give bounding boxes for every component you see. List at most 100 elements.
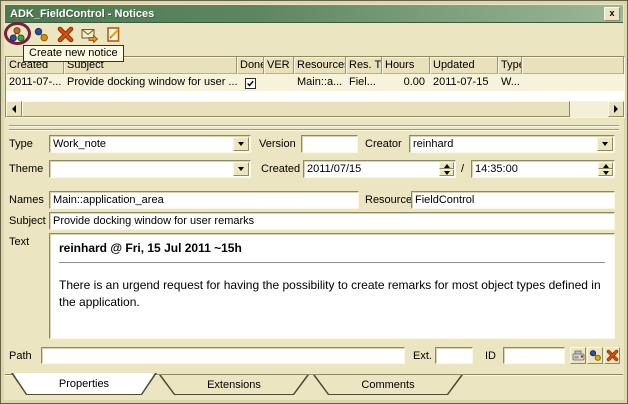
create-new-notice-button[interactable] — [7, 25, 27, 44]
type-input[interactable] — [50, 136, 234, 152]
spin-down-button[interactable] — [598, 169, 613, 176]
theme-label: Theme — [9, 163, 43, 175]
tab-properties-label: Properties — [59, 378, 109, 390]
spin-up-icon — [603, 164, 609, 168]
column-header-done[interactable]: Done — [237, 57, 264, 74]
chevron-down-icon — [602, 142, 608, 146]
copy-notice-button[interactable] — [31, 25, 51, 44]
theme-input[interactable] — [50, 161, 234, 177]
type-dropdown-button[interactable] — [233, 137, 249, 151]
column-header-filler — [522, 57, 624, 74]
edit-notice-icon — [105, 26, 122, 43]
id-label: ID — [485, 350, 496, 362]
clear-id-button[interactable] — [604, 347, 620, 364]
cell-hours: 0.00 — [382, 74, 430, 91]
chevron-down-icon — [238, 142, 244, 146]
create-new-notice-icon — [9, 26, 26, 43]
version-input[interactable] — [302, 136, 357, 152]
names-field[interactable] — [49, 191, 359, 209]
theme-combobox[interactable] — [49, 160, 251, 178]
send-notice-button[interactable] — [79, 25, 99, 44]
spin-up-button[interactable] — [598, 162, 613, 169]
column-header-type[interactable]: Type — [498, 57, 522, 74]
subject-label: Subject — [9, 215, 46, 227]
note-header: reinhard @ Fri, 15 Jul 2011 ~15h — [59, 241, 605, 255]
column-header-resources[interactable]: Resources — [294, 57, 346, 74]
path-label: Path — [9, 350, 32, 362]
notices-list: Created Subject Done VER Resources Res. … — [5, 56, 625, 118]
delete-notice-button[interactable] — [55, 25, 75, 44]
linked-balls-icon — [589, 349, 602, 362]
path-field[interactable] — [41, 347, 405, 364]
cell-type: W... — [498, 74, 522, 91]
path-input[interactable] — [42, 348, 404, 363]
cell-updated: 2011-07-15 — [430, 74, 498, 91]
scrollbar-thumb[interactable] — [22, 101, 570, 117]
ext-input[interactable] — [436, 348, 472, 363]
version-field[interactable] — [301, 135, 358, 153]
resource-label: Resource — [365, 194, 412, 206]
spin-up-icon — [444, 164, 450, 168]
resource-field[interactable] — [411, 191, 615, 209]
tab-properties[interactable]: Properties — [11, 373, 157, 395]
close-button[interactable]: x — [604, 7, 620, 21]
send-mail-icon — [81, 26, 98, 43]
scroll-right-button[interactable] — [608, 101, 624, 117]
ext-label: Ext. — [413, 350, 432, 362]
note-body: There is an urgend request for having th… — [59, 277, 605, 312]
spin-down-button[interactable] — [439, 169, 454, 176]
creator-combobox[interactable] — [409, 135, 615, 153]
device-button[interactable] — [570, 347, 586, 364]
notice-row[interactable]: 2011-07-... Provide docking window for u… — [6, 74, 624, 91]
column-header-hours[interactable]: Hours — [382, 57, 430, 74]
scroll-left-icon — [12, 105, 16, 113]
tab-extensions-label: Extensions — [207, 379, 261, 391]
toolbar — [7, 24, 123, 45]
names-input[interactable] — [50, 192, 358, 208]
created-time-field[interactable] — [471, 160, 615, 178]
type-combobox[interactable] — [49, 135, 251, 153]
created-time-input[interactable] — [472, 161, 599, 177]
spin-down-icon — [603, 171, 609, 175]
spin-up-button[interactable] — [439, 162, 454, 169]
tooltip: Create new notice — [23, 45, 124, 62]
column-header-updated[interactable]: Updated — [430, 57, 498, 74]
created-label: Created — [261, 163, 300, 175]
time-spinner[interactable] — [598, 162, 613, 176]
column-header-res-type[interactable]: Res. Type — [346, 57, 382, 74]
type-label: Type — [9, 138, 33, 150]
scroll-right-icon — [614, 105, 618, 113]
creator-input[interactable] — [410, 136, 598, 152]
cell-filler — [522, 74, 624, 91]
tab-comments[interactable]: Comments — [313, 375, 463, 395]
cell-created: 2011-07-... — [6, 74, 64, 91]
cell-res-type: Fiel... — [346, 74, 382, 91]
device-icon — [572, 349, 585, 362]
title-bar[interactable]: ADK_FieldControl - Notices x — [5, 5, 623, 23]
link-notice-button[interactable] — [587, 347, 603, 364]
date-time-separator: / — [461, 163, 464, 175]
chevron-down-icon — [238, 167, 244, 171]
tab-extensions[interactable]: Extensions — [159, 375, 309, 395]
id-field[interactable] — [503, 347, 565, 364]
scroll-left-button[interactable] — [6, 101, 22, 117]
theme-dropdown-button[interactable] — [233, 162, 249, 176]
close-icon: x — [609, 8, 614, 18]
date-spinner[interactable] — [439, 162, 454, 176]
text-editor[interactable]: reinhard @ Fri, 15 Jul 2011 ~15h There i… — [49, 233, 615, 339]
subject-field[interactable] — [49, 212, 615, 230]
created-date-input[interactable] — [304, 161, 440, 177]
spin-down-icon — [444, 171, 450, 175]
cell-done[interactable] — [237, 74, 264, 91]
cell-resources: Main::a... — [294, 74, 346, 91]
resource-input[interactable] — [412, 192, 614, 208]
id-input[interactable] — [504, 348, 564, 363]
ext-field[interactable] — [435, 347, 473, 364]
creator-dropdown-button[interactable] — [597, 137, 613, 151]
edit-notice-button[interactable] — [103, 25, 123, 44]
subject-input[interactable] — [50, 213, 614, 229]
column-header-ver[interactable]: VER — [264, 57, 294, 74]
horizontal-scrollbar[interactable] — [6, 101, 624, 117]
created-date-field[interactable] — [303, 160, 456, 178]
names-label: Names — [9, 194, 44, 206]
